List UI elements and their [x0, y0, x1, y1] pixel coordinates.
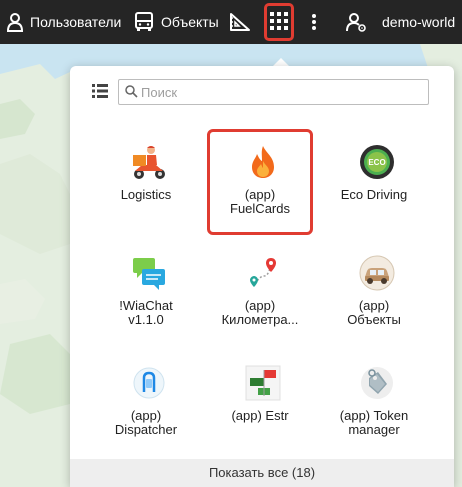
users-label: Пользователи	[30, 14, 122, 30]
list-view-icon[interactable]	[92, 84, 108, 103]
svg-text:ECO: ECO	[368, 158, 385, 167]
app-label-line1: (app)	[244, 187, 276, 202]
objects-label: Объекты	[161, 14, 219, 30]
courier-scooter-icon	[130, 143, 168, 181]
app-tile-fuelcards[interactable]: (app) FuelCards	[207, 143, 313, 223]
show-all-button[interactable]: Показать все (18)	[70, 459, 454, 487]
app-label-line2: FuelCards	[230, 201, 290, 216]
car-icon	[358, 254, 396, 292]
account-gear-icon	[346, 12, 368, 32]
app-label-line2: Километра...	[221, 312, 299, 327]
app-label-line2: v1.1.0	[128, 312, 164, 327]
app-label-line2: Dispatcher	[114, 422, 178, 437]
app-tile-wiachat[interactable]: !WiaChat v1.1.0	[93, 254, 199, 334]
dispatcher-icon	[130, 364, 168, 402]
app-tile-estr[interactable]: (app) Estr	[207, 364, 313, 444]
app-tile-kilometrazh[interactable]: (app) Километра...	[207, 254, 313, 334]
account-label: demo-world	[382, 14, 456, 30]
ruler-triangle-icon	[229, 12, 251, 32]
token-tag-icon	[358, 364, 396, 402]
search-box	[118, 79, 429, 105]
bus-icon	[134, 12, 154, 32]
app-label-line2: manager	[348, 422, 400, 437]
objects-menu[interactable]: Объекты	[134, 0, 219, 44]
app-label-line1: !WiaChat	[119, 298, 173, 313]
app-tile-objects[interactable]: (app) Объекты	[321, 254, 427, 334]
grid-icon	[270, 11, 288, 33]
ruler-tool-button[interactable]	[229, 0, 251, 44]
app-tile-eco-driving[interactable]: ECO Eco Driving	[321, 143, 427, 223]
app-label-line2: Объекты	[347, 312, 401, 327]
search-input[interactable]	[141, 82, 421, 102]
app-label-line1: Eco Driving	[340, 187, 408, 202]
app-tile-token-manager[interactable]: (app) Token manager	[321, 364, 427, 444]
app-label-line1: (app)	[358, 298, 390, 313]
app-label-line1: (app) Estr	[231, 408, 289, 423]
users-menu[interactable]: Пользователи	[6, 0, 121, 44]
account-menu[interactable]: demo-world	[346, 0, 455, 44]
app-label-line1: (app)	[244, 298, 276, 313]
estr-flags-icon	[244, 364, 282, 402]
vertical-dots-icon	[311, 13, 317, 31]
app-tile-dispatcher[interactable]: (app) Dispatcher	[93, 364, 199, 444]
user-icon	[6, 12, 24, 32]
apps-popup: Logistics (app) FuelCards ECO Eco Drivin…	[70, 66, 454, 487]
apps-menu-button[interactable]	[264, 3, 294, 41]
search-icon	[125, 85, 138, 103]
eco-steering-wheel-icon: ECO	[358, 143, 396, 181]
more-menu-button[interactable]	[311, 0, 317, 44]
app-label-line1: (app) Token	[339, 408, 409, 423]
app-label-line1: Logistics	[120, 187, 172, 202]
chat-bubbles-icon	[130, 254, 168, 292]
app-label-line1: (app)	[130, 408, 162, 423]
flame-icon	[244, 143, 282, 181]
top-navigation-bar: Пользователи Объекты demo-world	[0, 0, 462, 44]
app-tile-logistics[interactable]: Logistics	[93, 143, 199, 223]
route-pins-icon	[244, 254, 282, 292]
